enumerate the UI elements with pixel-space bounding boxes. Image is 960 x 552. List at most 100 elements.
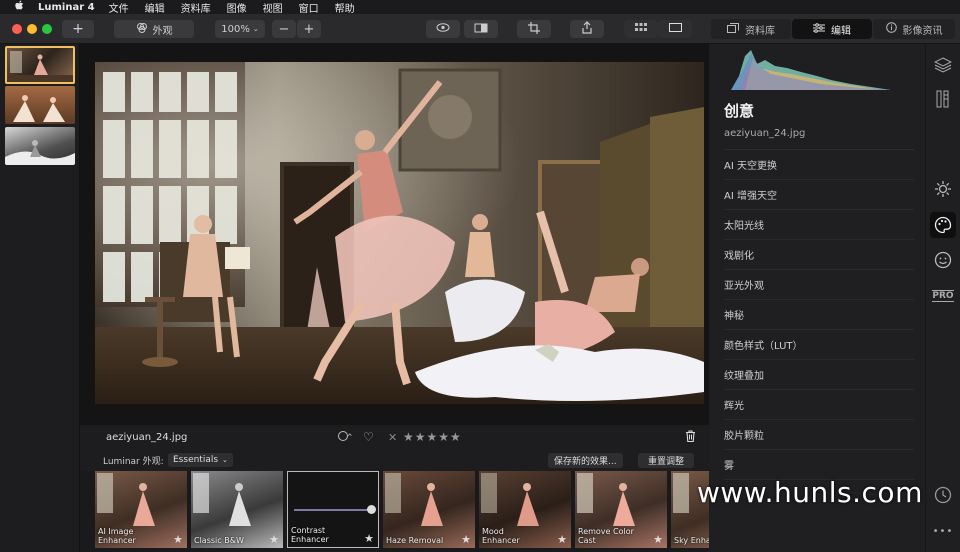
star-icon[interactable]: ★ — [557, 533, 567, 546]
layers-icon[interactable] — [932, 54, 954, 76]
grid-view-button[interactable] — [624, 20, 658, 38]
zoom-select[interactable]: 100% ⌄ — [215, 20, 265, 38]
reject-icon[interactable]: ✕ — [388, 431, 397, 444]
menu-library[interactable]: 资料库 — [181, 0, 211, 15]
pro-tools-icon[interactable]: PRO — [932, 285, 954, 307]
palette-creative-icon[interactable] — [930, 212, 956, 238]
tool-label: 雾 — [724, 461, 734, 472]
star-icon[interactable]: ★ — [364, 532, 374, 545]
info-icon — [885, 22, 897, 36]
tool-color-style-lut[interactable]: 颜色样式（LUT） — [724, 330, 914, 360]
panel-title: 创意 — [724, 102, 755, 120]
more-options-icon[interactable]: ••• — [932, 520, 954, 542]
chevron-down-icon: ⌄ — [222, 456, 228, 464]
preview-eye-button[interactable] — [426, 20, 460, 38]
share-icon — [581, 21, 593, 37]
filmstrip-thumb-selected[interactable] — [5, 46, 75, 84]
share-button[interactable] — [570, 20, 604, 38]
crop-button[interactable] — [517, 20, 551, 38]
menu-window[interactable]: 窗口 — [299, 0, 319, 15]
tool-film-grain[interactable]: 胶片颗粒 — [724, 420, 914, 450]
looks-category-select[interactable]: Essentials ⌄ — [168, 453, 233, 467]
add-photos-button[interactable]: + — [62, 20, 94, 38]
look-name: Sky Enha — [674, 536, 709, 545]
sun-essentials-icon[interactable] — [932, 178, 954, 200]
filmstrip-thumb[interactable] — [5, 86, 75, 124]
compare-button[interactable] — [464, 20, 498, 38]
canvas-tools-icon[interactable] — [932, 88, 954, 110]
tool-sunrays[interactable]: 太阳光线 — [724, 210, 914, 240]
look-thumbnail[interactable]: Mood Enhancer ★ — [479, 471, 571, 548]
tool-label: 戏剧化 — [724, 251, 754, 262]
look-name: Haze Removal — [386, 536, 444, 545]
star-icon[interactable]: ★ — [173, 533, 183, 546]
look-thumbnail[interactable]: Classic B&W ★ — [191, 471, 283, 548]
tool-texture-overlay[interactable]: 纹理叠加 — [724, 360, 914, 390]
rating-stars[interactable]: ★★★★★ — [403, 430, 462, 444]
app-name-menu[interactable]: Luminar 4 — [38, 2, 95, 13]
zoom-out-button[interactable]: − — [272, 20, 296, 38]
menu-bar: Luminar 4 文件 编辑 资料库 图像 视图 窗口 帮助 — [0, 0, 960, 15]
tab-edit-label: 编辑 — [831, 25, 851, 37]
look-name: Contrast Enhancer — [291, 526, 329, 544]
library-icon — [727, 22, 739, 36]
tool-ai-sky-replacement[interactable]: AI 天空更换 — [724, 150, 914, 180]
star-icon[interactable]: ★ — [653, 533, 663, 546]
tool-ai-sky-enhancer[interactable]: AI 增强天空 — [724, 180, 914, 210]
trash-icon[interactable] — [685, 430, 696, 445]
reset-adjustments-button[interactable]: 重置调整 — [638, 453, 695, 468]
zoom-value: 100% — [221, 23, 250, 35]
tab-image-info[interactable]: 影像资讯 — [873, 19, 955, 39]
looks-bar: Luminar 外观: Essentials ⌄ 保存新的效果... 重置调整 — [80, 449, 709, 471]
zoom-in-button[interactable]: + — [297, 20, 321, 38]
looks-label: Luminar 外观: — [103, 456, 164, 467]
tool-label: 胶片颗粒 — [724, 431, 764, 442]
look-amount-slider[interactable] — [294, 509, 372, 511]
menu-edit[interactable]: 编辑 — [145, 0, 165, 15]
tab-library-label: 资料库 — [745, 25, 775, 37]
crop-icon — [528, 21, 540, 37]
history-clock-icon[interactable] — [932, 484, 954, 506]
menu-image[interactable]: 图像 — [227, 0, 247, 15]
tool-matte-look[interactable]: 亚光外观 — [724, 270, 914, 300]
tab-edit[interactable]: 编辑 — [792, 19, 872, 39]
zoom-window-button[interactable] — [42, 24, 52, 34]
look-thumbnail[interactable]: AI Image Enhancer ★ — [95, 471, 187, 548]
look-name: Remove Color Cast — [578, 527, 634, 545]
appearance-button[interactable]: 外观 — [114, 20, 194, 38]
image-info-bar: aeziyuan_24.jpg ♡ ✕ ★★★★★ — [80, 425, 709, 449]
star-icon[interactable]: ★ — [269, 533, 279, 546]
tool-label: 辉光 — [724, 401, 744, 412]
histogram — [731, 46, 891, 90]
single-view-button[interactable] — [658, 20, 692, 38]
looks-category-value: Essentials — [173, 455, 219, 465]
look-name: Classic B&W — [194, 536, 244, 545]
apple-icon[interactable] — [14, 0, 24, 14]
favorite-heart-icon[interactable]: ♡ — [363, 430, 374, 444]
look-thumbnail[interactable]: Haze Removal ★ — [383, 471, 475, 548]
menu-file[interactable]: 文件 — [109, 0, 129, 15]
face-portrait-icon[interactable] — [932, 249, 954, 271]
look-thumbnail-selected[interactable]: Contrast Enhancer ★ — [287, 471, 379, 548]
tab-library[interactable]: 资料库 — [711, 19, 791, 39]
appearance-label: 外观 — [152, 25, 173, 37]
menu-view[interactable]: 视图 — [263, 0, 283, 15]
close-window-button[interactable] — [12, 24, 22, 34]
tool-dramatic[interactable]: 戏剧化 — [724, 240, 914, 270]
look-amount-slider-handle[interactable] — [367, 505, 376, 514]
pro-label: PRO — [932, 290, 954, 302]
minimize-window-button[interactable] — [27, 24, 37, 34]
tool-mystical[interactable]: 神秘 — [724, 300, 914, 330]
filmstrip — [0, 44, 80, 552]
flag-icon[interactable] — [337, 430, 353, 445]
image-canvas[interactable] — [80, 44, 709, 425]
look-thumbnail[interactable]: Remove Color Cast ★ — [575, 471, 667, 548]
tool-glow[interactable]: 辉光 — [724, 390, 914, 420]
sliders-icon — [813, 22, 825, 36]
toolbar: + 外观 100% ⌄ − + 资料库 编辑 影像资讯 — [0, 14, 960, 44]
filmstrip-thumb[interactable] — [5, 127, 75, 165]
main-photo[interactable] — [95, 62, 704, 404]
star-icon[interactable]: ★ — [461, 533, 471, 546]
menu-help[interactable]: 帮助 — [335, 0, 355, 15]
save-new-look-button[interactable]: 保存新的效果... — [548, 453, 623, 468]
